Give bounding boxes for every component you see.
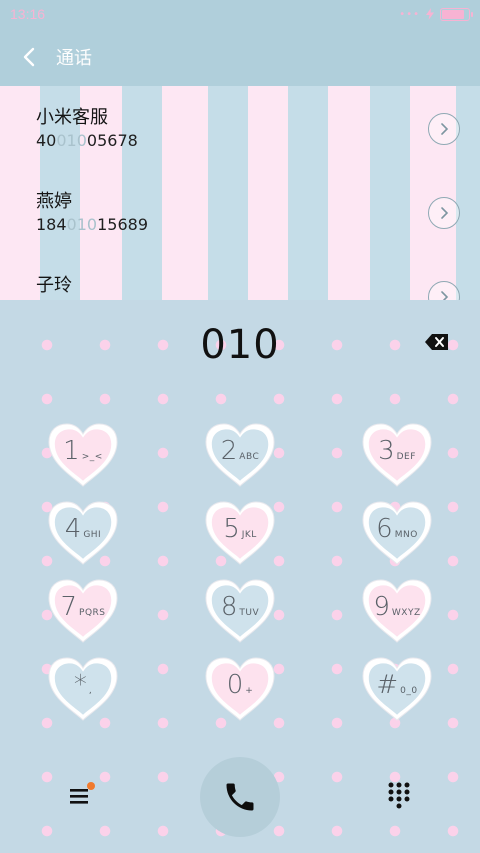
key-4[interactable]: 4 GHI [45,498,121,568]
key-label: 2 ABC [202,436,278,466]
contact-item[interactable]: 子玲 [0,254,480,300]
key-star[interactable]: *, [45,654,121,724]
key-0[interactable]: 0 + [202,654,278,724]
header-bar: 通话 [0,28,480,86]
key-letters: >_< [81,452,103,462]
contact-name: 燕婷 [36,191,72,212]
key-digit: 6 [376,514,393,544]
bottom-bar [0,753,480,853]
key-label: *, [45,670,121,700]
key-digit: 2 [220,436,238,466]
dialpad-icon[interactable] [387,781,411,809]
contact-number: 4001005678 [36,131,138,150]
key-letters: TUV [239,608,260,618]
key-1[interactable]: 1 >_< [45,420,121,490]
key-digit: 4 [64,514,82,544]
page-title: 通话 [56,48,92,69]
chevron-right-icon [441,123,449,135]
battery-fill [442,9,465,19]
key-label: 0 + [202,670,278,700]
back-arrow-icon[interactable] [18,46,40,68]
contact-number: 18401015689 [36,215,148,234]
contact-detail-button[interactable] [428,197,460,229]
key-digit: 8 [220,592,238,622]
key-letters: PQRS [79,608,106,618]
contact-list[interactable]: 小米客服 4001005678 燕婷 18401015689 子玲 [0,86,480,300]
contact-name: 子玲 [36,275,72,296]
key-5[interactable]: 5 JKL [202,498,278,568]
key-letters: MNO [394,530,418,540]
status-icons: ••• [399,7,473,21]
call-button[interactable] [200,757,280,837]
key-digit: 1 [63,436,80,466]
key-label: 9 WXYZ [359,592,435,622]
key-9[interactable]: 9 WXYZ [359,576,435,646]
key-label: 5 JKL [202,514,278,544]
key-digit: 3 [378,436,395,466]
key-label: 1 >_< [45,436,121,466]
status-time: 13:16 [10,6,46,22]
key-label: 4 GHI [45,514,121,544]
key-letters: DEF [396,452,416,462]
key-7[interactable]: 7 PQRS [45,576,121,646]
key-digit: 7 [60,592,78,622]
key-2[interactable]: 2 ABC [202,420,278,490]
contact-name: 小米客服 [36,107,108,128]
battery-icon [440,7,473,21]
dial-input-row: 010 [0,300,480,390]
key-label: 8 TUV [202,592,278,622]
key-6[interactable]: 6 MNO [359,498,435,568]
key-letters: GHI [83,530,102,540]
key-digit: * [73,670,87,700]
key-letters: , [88,686,93,696]
chevron-right-icon [441,207,449,219]
phone-icon [226,783,254,811]
chevron-right-icon [441,291,449,300]
contact-item[interactable]: 小米客服 4001005678 [0,86,480,170]
key-digit: 5 [223,514,240,544]
signal-dots-icon: ••• [399,8,420,20]
key-letters: ABC [239,452,260,462]
key-letters: WXYZ [391,608,421,618]
backspace-icon[interactable] [424,332,450,352]
contact-detail-button[interactable] [428,113,460,145]
key-label: 6 MNO [359,514,435,544]
dialed-number[interactable]: 010 [200,322,279,368]
menu-icon[interactable] [68,781,96,807]
key-hash[interactable]: #0_0 [359,654,435,724]
key-letters: 0_0 [400,686,418,696]
key-label: 7 PQRS [45,592,121,622]
key-digit: # [376,670,399,700]
key-label: #0_0 [359,670,435,700]
status-bar: 13:16 ••• [0,0,480,28]
key-8[interactable]: 8 TUV [202,576,278,646]
key-label: 3 DEF [359,436,435,466]
key-digit: 0 [226,670,244,700]
key-digit: 9 [373,592,390,622]
key-3[interactable]: 3 DEF [359,420,435,490]
key-letters: + [245,686,254,696]
key-letters: JKL [241,530,257,540]
charging-icon [426,8,434,20]
contact-item[interactable]: 燕婷 18401015689 [0,170,480,254]
